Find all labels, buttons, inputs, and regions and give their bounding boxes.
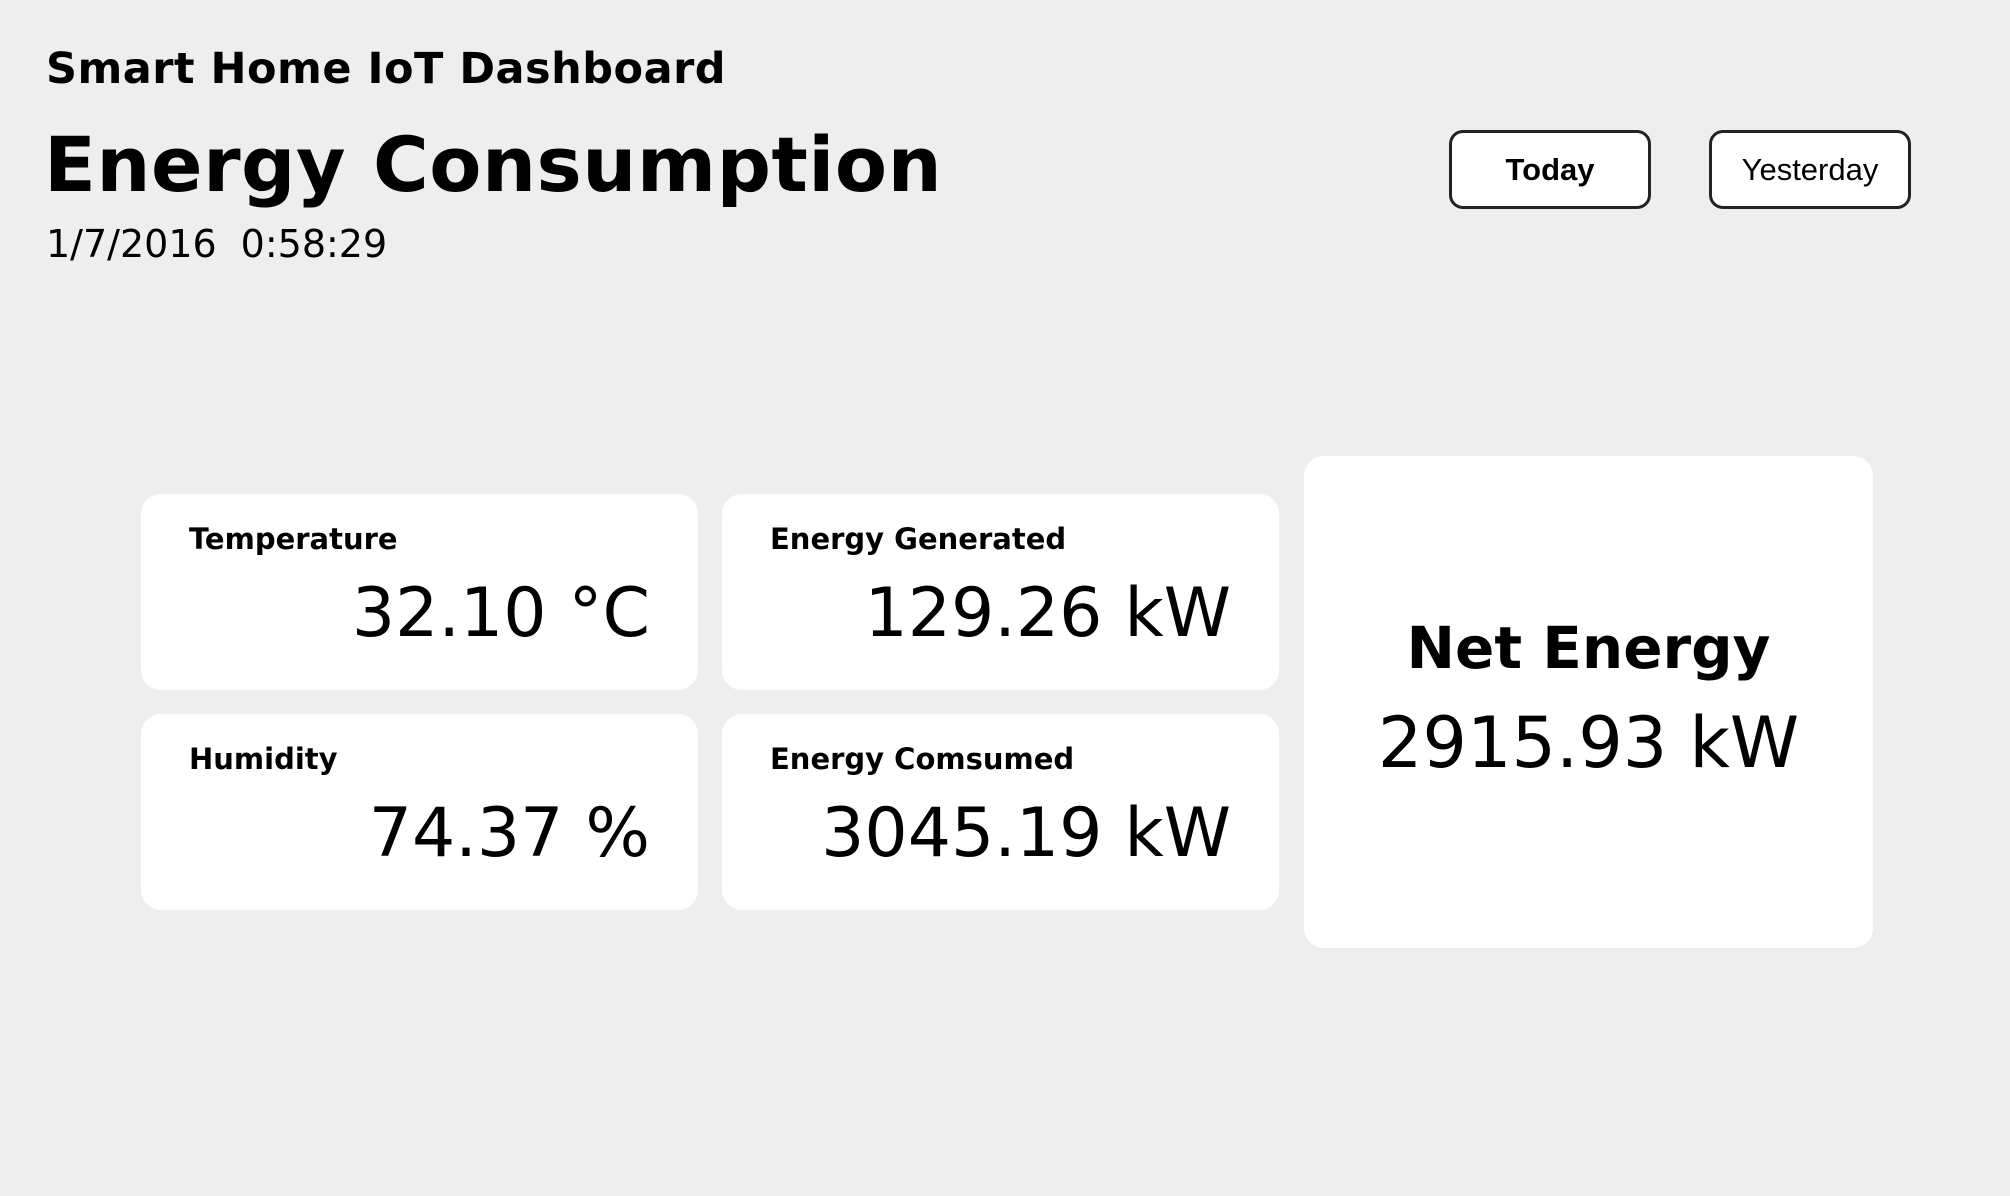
energy-consumed-value: 3045.19 kW bbox=[821, 794, 1231, 873]
energy-generated-value: 129.26 kW bbox=[864, 574, 1231, 653]
humidity-number: 74.37 bbox=[368, 794, 564, 873]
humidity-label: Humidity bbox=[189, 742, 338, 776]
page-title: Energy Consumption bbox=[44, 120, 943, 209]
energy-generated-card: Energy Generated 129.26 kW bbox=[722, 494, 1279, 690]
energy-generated-label: Energy Generated bbox=[770, 522, 1067, 556]
energy-consumed-number: 3045.19 bbox=[821, 794, 1103, 873]
energy-consumed-label: Energy Comsumed bbox=[770, 742, 1075, 776]
temperature-number: 32.10 bbox=[351, 574, 547, 653]
humidity-unit: % bbox=[585, 794, 650, 873]
time-text: 0:58:29 bbox=[240, 222, 388, 266]
date-text: 1/7/2016 bbox=[46, 222, 217, 266]
net-energy-unit: kW bbox=[1689, 702, 1800, 784]
temperature-unit: °C bbox=[568, 574, 650, 653]
yesterday-button[interactable]: Yesterday bbox=[1709, 130, 1911, 209]
energy-consumed-unit: kW bbox=[1124, 794, 1231, 873]
humidity-card: Humidity 74.37% bbox=[141, 714, 698, 910]
today-button[interactable]: Today bbox=[1449, 130, 1651, 209]
temperature-label: Temperature bbox=[189, 522, 398, 556]
net-energy-number: 2915.93 bbox=[1377, 702, 1668, 784]
energy-generated-number: 129.26 bbox=[864, 574, 1103, 653]
dashboard-page: Smart Home IoT Dashboard Energy Consumpt… bbox=[0, 0, 2010, 1196]
net-energy-card: Net Energy 2915.93 kW bbox=[1304, 456, 1873, 948]
energy-consumed-card: Energy Comsumed 3045.19 kW bbox=[722, 714, 1279, 910]
humidity-value: 74.37% bbox=[369, 794, 650, 873]
energy-generated-unit: kW bbox=[1124, 574, 1231, 653]
app-title: Smart Home IoT Dashboard bbox=[46, 44, 727, 94]
datetime: 1/7/2016 0:58:29 bbox=[46, 222, 387, 266]
temperature-card: Temperature 32.10 °C bbox=[141, 494, 698, 690]
temperature-value: 32.10 °C bbox=[352, 574, 650, 653]
net-energy-label: Net Energy bbox=[1406, 614, 1771, 682]
net-energy-value: 2915.93 kW bbox=[1378, 702, 1799, 784]
